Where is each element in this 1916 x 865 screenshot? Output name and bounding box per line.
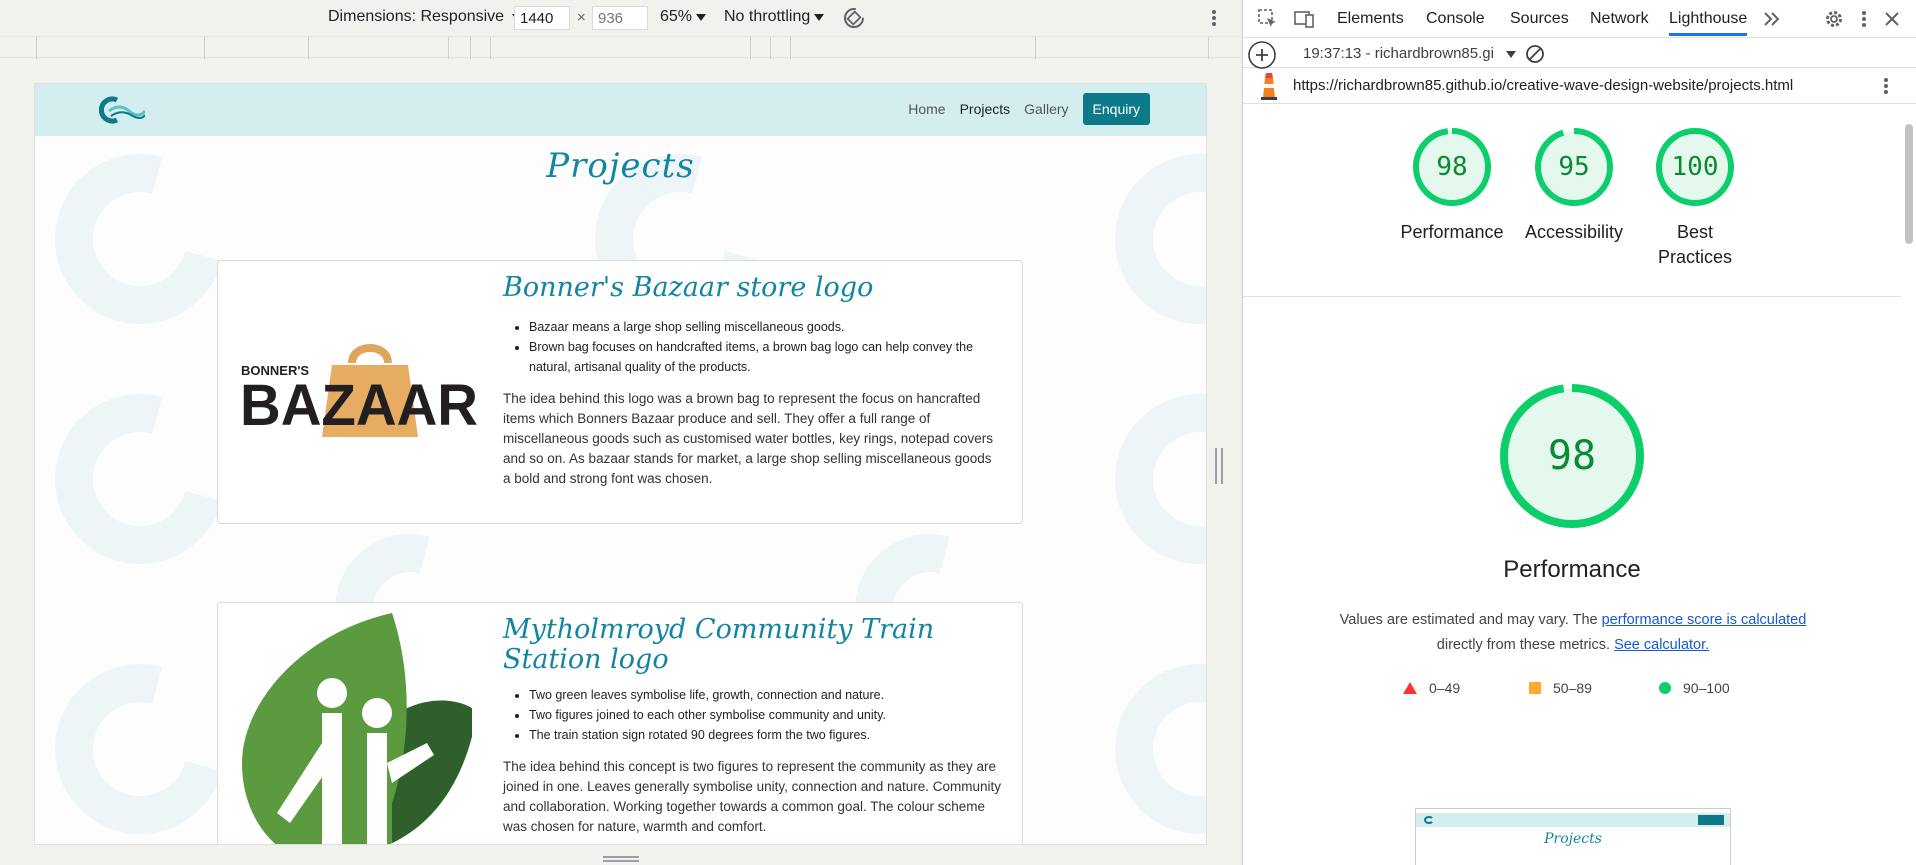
gauge-score: 98	[1436, 152, 1468, 182]
more-options-icon[interactable]	[1208, 6, 1220, 30]
project-description: The idea behind this concept is two figu…	[503, 759, 1002, 834]
nav-projects-link[interactable]: Projects	[960, 101, 1011, 117]
triangle-icon	[1403, 682, 1417, 694]
nav-links: Home Projects Gallery Enquiry	[908, 93, 1150, 125]
legend-pass: 90–100	[1659, 680, 1730, 696]
lighthouse-toolbar: 19:37:13 - richardbrown85.gi	[1243, 38, 1916, 70]
note-text: directly from these metrics.	[1436, 637, 1615, 653]
tab-console[interactable]: Console	[1426, 10, 1485, 28]
tab-sources[interactable]: Sources	[1510, 10, 1569, 28]
community-leaf-logo	[242, 613, 472, 844]
square-icon	[1529, 682, 1541, 694]
project-title: Mytholmroyd Community Train Station logo	[503, 614, 935, 675]
site-navbar: Home Projects Gallery Enquiry	[35, 84, 1206, 136]
project-card: BONNER'S BAZAAR Bonner's Bazaar store lo…	[217, 260, 1023, 524]
dimensions-label: Dimensions: Responsive	[328, 8, 505, 25]
wave-watermark	[1083, 362, 1206, 596]
viewport-resize-handle[interactable]	[1215, 448, 1223, 484]
devtools-tab-bar: Elements Console Sources Network Lightho…	[1243, 0, 1916, 38]
report-url[interactable]: https://richardbrown85.github.io/creativ…	[1293, 77, 1793, 94]
throttling-dropdown[interactable]: No throttling	[724, 8, 825, 26]
gauge-score: 100	[1671, 152, 1719, 182]
gauge-score: 98	[1547, 433, 1597, 479]
legend-fail: 0–49	[1403, 680, 1460, 696]
performance-heading: Performance	[1503, 556, 1641, 583]
project-description: The idea behind this logo was a brown ba…	[503, 391, 994, 486]
inspect-element-icon[interactable]	[1257, 8, 1279, 30]
divider	[1243, 296, 1901, 297]
project-bullets: Bazaar means a large shop selling miscel…	[529, 317, 1002, 377]
lighthouse-report: 98 Performance 95 Accessibility 100 Best…	[1243, 104, 1916, 865]
legend-label: 90–100	[1683, 680, 1730, 696]
performance-score-gauge[interactable]: 98	[1411, 126, 1493, 208]
list-item: The train station sign rotated 90 degree…	[529, 725, 1002, 745]
project-bullets: Two green leaves symbolise life, growth,…	[529, 685, 1002, 745]
tab-network[interactable]: Network	[1590, 10, 1649, 28]
chevron-down-icon[interactable]	[1506, 51, 1516, 58]
dimensions-dropdown[interactable]: Dimensions: Responsive	[328, 8, 523, 26]
performance-main-gauge: 98	[1496, 380, 1648, 532]
accessibility-score-gauge[interactable]: 95	[1533, 126, 1615, 208]
zoom-label: 65%	[660, 8, 693, 25]
page-title: Projects	[546, 146, 695, 186]
list-item: Two figures joined to each other symboli…	[529, 705, 1002, 725]
list-item: Bazaar means a large shop selling miscel…	[529, 317, 1002, 337]
throttling-label: No throttling	[724, 8, 811, 25]
gauge-score: 95	[1558, 152, 1590, 182]
tab-elements[interactable]: Elements	[1337, 10, 1404, 28]
wave-watermark	[1083, 632, 1206, 844]
nav-gallery-link[interactable]: Gallery	[1024, 101, 1068, 117]
width-input[interactable]	[514, 6, 570, 30]
legend-average: 50–89	[1529, 680, 1592, 696]
more-options-icon[interactable]	[1853, 8, 1875, 30]
settings-gear-icon[interactable]	[1823, 8, 1845, 30]
times-symbol: ×	[577, 9, 586, 26]
close-icon[interactable]	[1881, 8, 1903, 30]
see-calculator-link[interactable]: See calculator.	[1614, 637, 1709, 653]
chevron-down-icon	[814, 13, 825, 21]
device-mode-panel: Dimensions: Responsive × 65% No throttli…	[0, 0, 1242, 865]
project-title: Bonner's Bazaar store logo	[503, 272, 874, 303]
add-report-icon[interactable]	[1247, 40, 1277, 70]
project-card: Mytholmroyd Community Train Station logo…	[217, 602, 1023, 844]
more-options-icon[interactable]	[1880, 74, 1892, 98]
best-practices-score-gauge[interactable]: 100	[1654, 126, 1736, 208]
clear-block-icon[interactable]	[1525, 44, 1545, 64]
legend-label: 0–49	[1429, 680, 1461, 696]
lighthouse-url-bar: https://richardbrown85.github.io/creativ…	[1243, 68, 1916, 104]
media-query-ruler[interactable]	[0, 36, 1242, 59]
rotate-icon[interactable]	[842, 6, 866, 30]
list-item: Two green leaves symbolise life, growth,…	[529, 685, 1002, 705]
devtools-panel: Elements Console Sources Network Lightho…	[1242, 0, 1916, 865]
zoom-dropdown[interactable]: 65%	[660, 8, 707, 26]
logo-text-bazaar: BAZAAR	[240, 373, 478, 438]
note-text: Values are estimated and may vary. The	[1339, 612, 1602, 628]
lighthouse-icon	[1261, 73, 1277, 100]
tab-lighthouse[interactable]: Lighthouse	[1669, 10, 1748, 36]
more-tabs-icon[interactable]	[1761, 8, 1783, 30]
chevron-down-icon	[696, 13, 707, 21]
device-toolbar: Dimensions: Responsive × 65% No throttli…	[0, 0, 1242, 36]
report-selector[interactable]: 19:37:13 - richardbrown85.gi	[1303, 45, 1494, 62]
creative-wave-logo-icon[interactable]	[95, 95, 145, 125]
circle-icon	[1659, 682, 1671, 694]
score-calculated-link[interactable]: performance score is calculated	[1602, 612, 1807, 628]
nav-enquiry-button[interactable]: Enquiry	[1082, 93, 1150, 125]
page-viewport[interactable]: Home Projects Gallery Enquiry Projects B…	[35, 84, 1206, 844]
list-item: Brown bag focuses on handcrafted items, …	[529, 337, 1002, 377]
legend-label: 50–89	[1553, 680, 1592, 696]
height-input[interactable]	[592, 6, 648, 30]
gauge-label: Performance	[1400, 222, 1504, 242]
viewport-resize-handle-bottom[interactable]	[603, 856, 639, 862]
gauge-label: Accessibility	[1524, 222, 1624, 242]
bonners-bazaar-logo: BONNER'S BAZAAR	[240, 344, 478, 438]
page-screenshot-thumbnail[interactable]: Projects	[1415, 808, 1731, 865]
device-toolbar-icon[interactable]	[1293, 8, 1315, 30]
report-scrollbar[interactable]	[1902, 104, 1916, 864]
thumbnail-title: Projects	[1544, 831, 1602, 847]
gauge-label: Best Practices	[1657, 222, 1733, 267]
nav-home-link[interactable]: Home	[908, 101, 945, 117]
performance-note: Values are estimated and may vary. The p…	[1303, 608, 1843, 658]
